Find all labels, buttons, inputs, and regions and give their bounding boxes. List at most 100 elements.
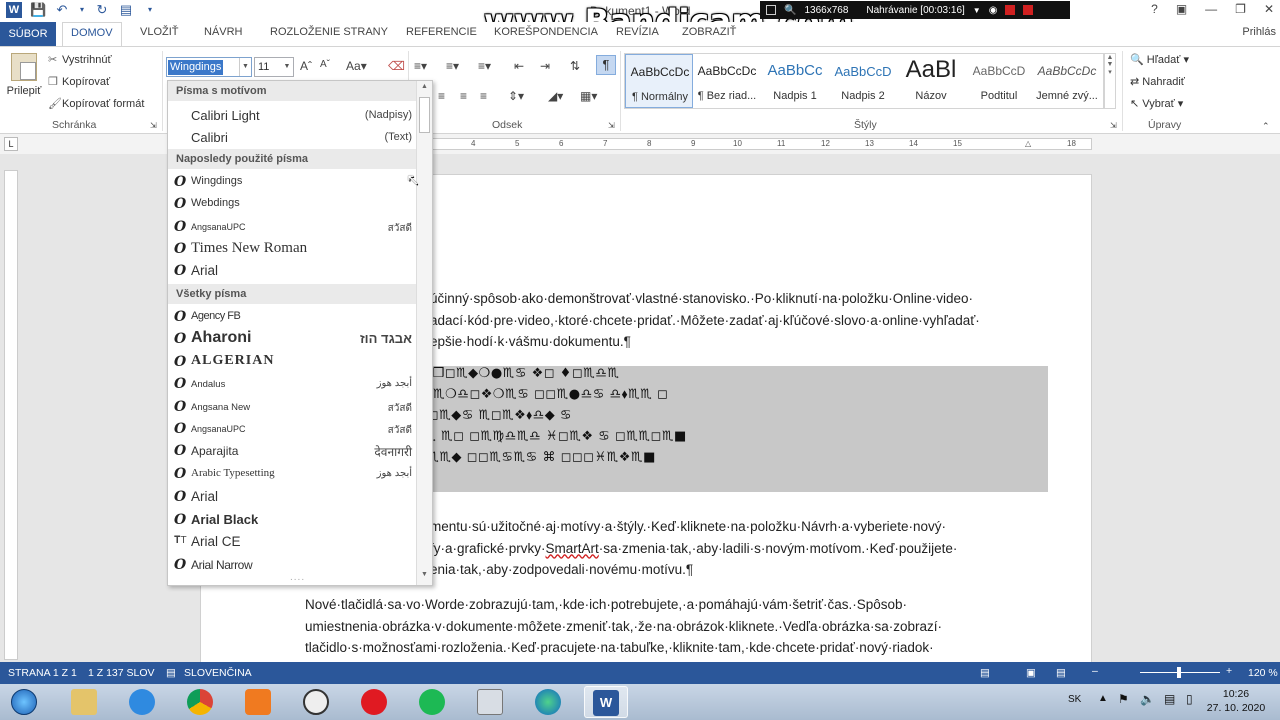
font-option-wingdings[interactable]: O Wingdings <box>168 171 416 193</box>
font-size-combobox[interactable]: 11 ▼ <box>254 57 294 77</box>
zoom-in-icon[interactable]: + <box>1226 665 1232 677</box>
numbering-icon[interactable]: ≡▾ <box>446 59 459 73</box>
action-center-icon[interactable]: ⚑ <box>1118 692 1129 706</box>
font-option-calibri[interactable]: Calibri (Text) <box>168 126 416 148</box>
clear-formatting-icon[interactable]: ⌫ <box>388 59 405 73</box>
taskbar-spotify[interactable] <box>410 686 454 718</box>
decrease-indent-icon[interactable]: ⇤ <box>514 59 524 73</box>
show-formatting-marks-button[interactable]: ¶ <box>596 55 616 75</box>
line-spacing-icon[interactable]: ⇕▾ <box>508 89 524 103</box>
paragraph-1[interactable]: účinný·spôsob·ako·demonštrovať·vlastné·s… <box>430 288 980 353</box>
word-count[interactable]: 1 Z 137 SLOV <box>88 667 155 679</box>
tab-design[interactable]: NÁVRH <box>204 26 243 38</box>
tab-review[interactable]: REVÍZIA <box>616 26 659 38</box>
clipboard-launcher-icon[interactable]: ⇲ <box>150 121 157 130</box>
battery-icon[interactable]: ▯ <box>1186 692 1193 706</box>
font-list-scrollbar[interactable]: ▲ ▼ <box>416 81 432 585</box>
font-option-calibri-light[interactable]: Calibri Light (Nadpisy) <box>168 104 416 126</box>
taskbar-word[interactable]: W <box>584 686 628 718</box>
chevron-down-icon[interactable]: ▾ <box>78 2 86 18</box>
taskbar-media[interactable] <box>236 686 280 718</box>
tab-layout[interactable]: ROZLOŽENIE STRANY <box>270 26 388 38</box>
font-option-angsanaupc[interactable]: O AngsanaUPC สวัสดี <box>168 216 416 238</box>
tab-mailings[interactable]: KOREŠPONDENCIA <box>494 26 598 38</box>
taskbar-calculator[interactable] <box>468 686 512 718</box>
font-option-angsanaupc-all[interactable]: O AngsanaUPC สวัสดี <box>168 418 416 440</box>
font-option-arial-recent[interactable]: O Arial <box>168 260 416 282</box>
redo-icon[interactable]: ↻ <box>94 2 110 18</box>
styles-gallery-scroll[interactable]: ▲ ▼ ▾ <box>1104 53 1116 109</box>
font-option-arabic-typesetting[interactable]: O Arabic Typesetting أبجد هوز <box>168 463 416 485</box>
pause-icon[interactable] <box>1005 5 1016 15</box>
style-subtle-emphasis[interactable]: AaBbCcDc Jemné zvý... <box>1033 54 1101 108</box>
font-option-times-new-roman[interactable]: O Times New Roman <box>168 238 416 260</box>
font-option-webdings[interactable]: O Webdings <box>168 193 416 215</box>
paragraph-launcher-icon[interactable]: ⇲ <box>608 121 615 130</box>
font-option-arial-ce[interactable]: 𝐓T Arial CE <box>168 531 416 553</box>
copy-button[interactable]: ❐ Kopírovať <box>48 75 110 88</box>
input-language[interactable]: SK <box>1068 694 1081 705</box>
spelling-error-word[interactable]: SmartArt <box>546 541 599 556</box>
minimize-icon[interactable]: — <box>1205 2 1217 16</box>
increase-indent-icon[interactable]: ⇥ <box>540 59 550 73</box>
taskbar-clock-app[interactable] <box>294 686 338 718</box>
undo-icon[interactable]: ↶ <box>54 2 70 18</box>
restore-icon[interactable]: ❐ <box>1235 2 1246 16</box>
scroll-down-icon[interactable]: ▼ <box>419 571 430 583</box>
font-name-value[interactable]: Wingdings <box>168 60 224 75</box>
close-icon[interactable]: ✕ <box>1264 2 1274 16</box>
tab-file[interactable]: SÚBOR <box>0 22 56 46</box>
style-subtitle[interactable]: AaBbCcD Podtitul <box>965 54 1033 108</box>
save-icon[interactable]: 💾 <box>30 2 46 18</box>
style-title[interactable]: AaBl Názov <box>897 54 965 108</box>
resize-grip-icon[interactable]: .... <box>290 572 305 583</box>
vertical-ruler[interactable] <box>4 170 18 660</box>
font-dropdown-list[interactable]: Písma s motívom Calibri Light (Nadpisy) … <box>167 80 433 586</box>
font-option-arial[interactable]: O Arial <box>168 486 416 508</box>
align-center-icon[interactable]: ≡ <box>438 89 445 103</box>
zoom-out-icon[interactable]: – <box>1092 665 1098 677</box>
read-mode-icon[interactable]: ▤ <box>980 667 990 679</box>
format-painter-button[interactable]: 🖌Kopírovať formát <box>48 97 144 110</box>
start-button[interactable] <box>2 686 46 718</box>
shading-icon[interactable]: ◢▾ <box>548 89 563 103</box>
cut-button[interactable]: ✂ Vystrihnúť <box>48 53 112 66</box>
paste-button[interactable]: Prilepiť <box>6 53 42 97</box>
justify-icon[interactable]: ≡ <box>480 89 487 103</box>
tab-selector[interactable]: L <box>4 137 18 151</box>
select-button[interactable]: ↖ Vybrať ▾ <box>1130 97 1183 110</box>
collapse-ribbon-icon[interactable]: ⌃ <box>1262 121 1270 132</box>
proofing-icon[interactable]: ▤ <box>166 667 176 679</box>
font-option-aparajita[interactable]: O Aparajita देवनागरी <box>168 440 416 462</box>
font-option-aharoni[interactable]: O Aharoni אבגד הוז <box>168 328 416 350</box>
grow-font-icon[interactable]: Aˆ <box>300 59 312 73</box>
style-no-spacing[interactable]: AaBbCcDc ¶ Bez riad... <box>693 54 761 108</box>
customize-qat-icon[interactable]: ▾ <box>142 2 158 18</box>
taskbar-edge[interactable] <box>526 686 570 718</box>
page-count[interactable]: STRANA 1 Z 1 <box>8 667 77 679</box>
language-indicator[interactable]: SLOVENČINA <box>184 667 252 679</box>
font-option-agency-fb[interactable]: O Agency FB <box>168 306 416 328</box>
dropdown-icon[interactable]: ▼ <box>973 6 981 15</box>
style-heading-1[interactable]: AaBbCc Nadpis 1 <box>761 54 829 108</box>
paragraph-4[interactable]: Nové·tlačidlá·sa·vo·Worde·zobrazujú·tam,… <box>305 594 942 659</box>
paragraph-3[interactable]: mentu·sú·užitočné·aj·motívy·a·štýly.·Keď… <box>430 516 957 581</box>
taskbar-explorer[interactable] <box>62 686 106 718</box>
camera-icon[interactable]: ◉ <box>989 5 998 16</box>
volume-icon[interactable]: 🔈 <box>1140 692 1155 706</box>
align-right-icon[interactable]: ≡ <box>460 89 467 103</box>
taskbar-opera[interactable] <box>352 686 396 718</box>
change-case-button[interactable]: Aa▾ <box>346 59 367 73</box>
font-size-value[interactable]: 11 <box>258 61 269 73</box>
tab-home[interactable]: DOMOV <box>62 22 122 47</box>
zoom-level[interactable]: 120 % <box>1248 667 1278 679</box>
tab-insert[interactable]: VLOŽIŤ <box>140 26 179 38</box>
stop-record-icon[interactable] <box>1023 5 1034 15</box>
styles-launcher-icon[interactable]: ⇲ <box>1110 121 1117 130</box>
chevron-down-icon[interactable]: ▼ <box>281 58 293 76</box>
borders-icon[interactable]: ▦▾ <box>580 89 597 103</box>
bullets-icon[interactable]: ≡▾ <box>414 59 427 73</box>
sort-icon[interactable]: ⇅ <box>570 59 580 73</box>
style-normal[interactable]: AaBbCcDc ¶ Normálny <box>625 54 693 108</box>
chevron-down-icon[interactable]: ▼ <box>239 58 251 76</box>
